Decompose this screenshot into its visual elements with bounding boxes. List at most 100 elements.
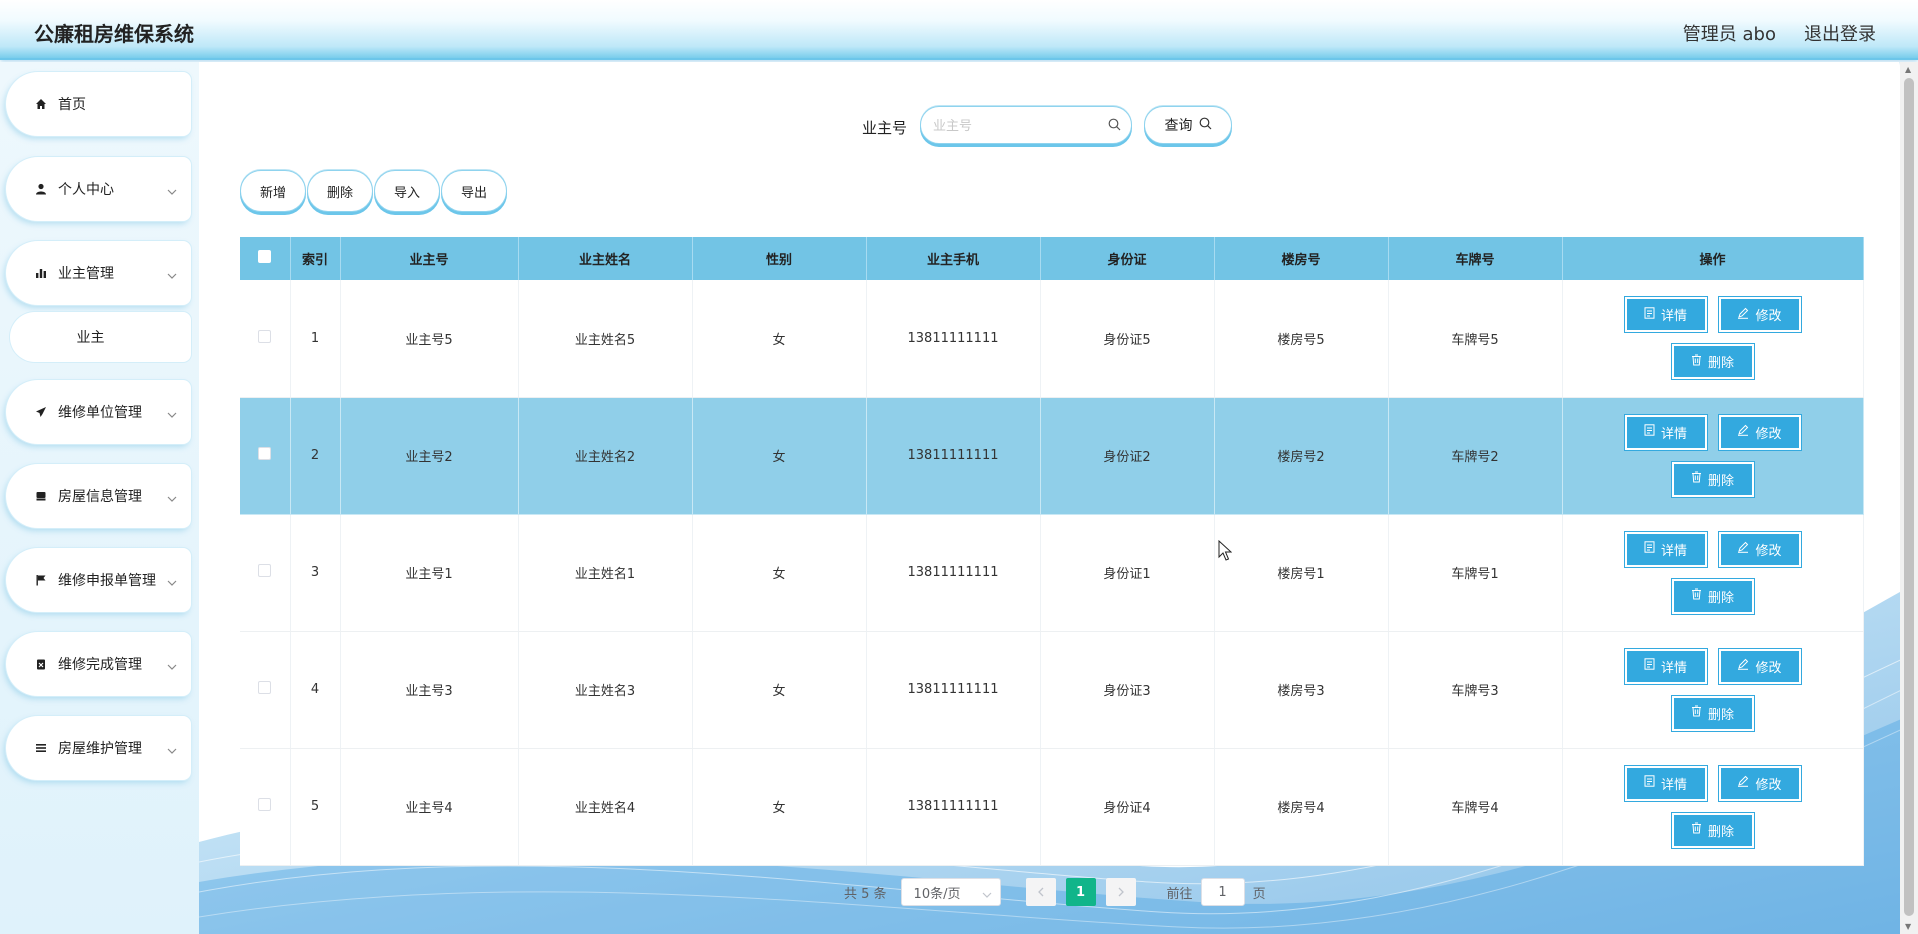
edit-icon — [1737, 775, 1749, 791]
row-checkbox[interactable] — [258, 681, 272, 694]
total-count: 共 5 条 — [844, 886, 887, 902]
document-icon — [1644, 541, 1655, 557]
cell-plate: 车牌号1 — [1388, 514, 1563, 632]
document-icon — [1644, 775, 1655, 791]
row-select-cell — [240, 748, 291, 866]
page-size-select[interactable]: 10条/页 — [900, 878, 1001, 906]
edit-button-label: 修改 — [1755, 309, 1782, 325]
cell-owner-no: 业主号4 — [340, 748, 519, 866]
detail-button-label: 详情 — [1660, 777, 1687, 793]
owner-no-search-input[interactable] — [933, 116, 1093, 136]
cell-id-card: 身份证3 — [1040, 631, 1215, 749]
table-row[interactable]: 1 业主号5 业主姓名5 女 13811111111 身份证5 楼房号5 车牌号… — [240, 280, 1864, 398]
select-all-checkbox[interactable] — [258, 250, 272, 263]
scroll-up-icon[interactable]: ▲ — [1905, 65, 1911, 74]
current-user-label[interactable]: 管理员 abo — [1683, 20, 1776, 46]
chevron-right-icon — [1118, 887, 1124, 897]
cell-owner-name: 业主姓名5 — [518, 280, 693, 398]
next-page-button[interactable] — [1105, 878, 1136, 906]
edit-button-label: 修改 — [1755, 426, 1782, 442]
sidebar-item-owner-management[interactable]: 业主管理 — [6, 241, 191, 305]
row-select-cell — [240, 514, 291, 632]
row-checkbox[interactable] — [258, 798, 272, 811]
sidebar-item-home[interactable]: 首页 — [6, 72, 191, 136]
trash-icon — [1691, 471, 1702, 487]
logout-link[interactable]: 退出登录 — [1804, 20, 1876, 46]
edit-icon — [1737, 307, 1749, 323]
edit-button[interactable]: 修改 — [1718, 297, 1801, 333]
cell-gender: 女 — [692, 514, 867, 632]
edit-button[interactable]: 修改 — [1718, 765, 1801, 801]
cell-building: 楼房号4 — [1214, 748, 1389, 866]
detail-button[interactable]: 详情 — [1624, 765, 1707, 801]
import-button[interactable]: 导入 — [374, 170, 440, 212]
row-checkbox[interactable] — [258, 329, 272, 343]
cell-owner-no: 业主号1 — [340, 514, 519, 632]
edit-button[interactable]: 修改 — [1718, 414, 1801, 450]
row-select-cell — [240, 280, 291, 398]
detail-button-label: 详情 — [1660, 309, 1687, 325]
document-icon — [1644, 658, 1655, 674]
add-button[interactable]: 新增 — [240, 170, 306, 212]
scrollbar-thumb[interactable] — [1904, 78, 1914, 916]
scroll-down-icon[interactable]: ▼ — [1905, 922, 1911, 931]
prev-page-button[interactable] — [1025, 878, 1056, 906]
sidebar-item-repair-report-management[interactable]: 维修申报单管理 — [6, 548, 191, 612]
row-checkbox[interactable] — [258, 447, 272, 460]
query-button-label: 查询 — [1164, 118, 1193, 134]
sidebar-item-repair-completion-management[interactable]: 维修完成管理 — [6, 632, 191, 696]
cell-index: 5 — [290, 748, 341, 866]
export-button[interactable]: 导出 — [441, 170, 507, 212]
row-delete-button[interactable]: 删除 — [1671, 461, 1754, 497]
goto-page-input[interactable] — [1200, 878, 1245, 906]
row-delete-button[interactable]: 删除 — [1671, 695, 1754, 731]
column-header: 车牌号 — [1388, 237, 1563, 280]
table-row[interactable]: 5 业主号4 业主姓名4 女 13811111111 身份证4 楼房号4 车牌号… — [240, 748, 1864, 866]
column-header: 操作 — [1562, 237, 1864, 280]
row-select-cell — [240, 631, 291, 749]
table-row[interactable]: 3 业主号1 业主姓名1 女 13811111111 身份证1 楼房号1 车牌号… — [240, 514, 1864, 632]
row-delete-button[interactable]: 删除 — [1671, 344, 1754, 380]
cell-owner-no: 业主号3 — [340, 631, 519, 749]
cell-id-card: 身份证5 — [1040, 280, 1215, 398]
cell-owner-name: 业主姓名2 — [518, 397, 693, 515]
cell-gender: 女 — [692, 280, 867, 398]
action-toolbar: 新增 删除 导入 导出 — [240, 170, 508, 212]
cell-index: 1 — [290, 280, 341, 398]
row-checkbox[interactable] — [258, 564, 272, 577]
sidebar-item-repair-unit-management[interactable]: 维修单位管理 — [6, 380, 191, 444]
chevron-down-icon — [167, 406, 177, 422]
detail-button[interactable]: 详情 — [1624, 648, 1707, 684]
column-header: 业主手机 — [866, 237, 1041, 280]
edit-button[interactable]: 修改 — [1718, 648, 1801, 684]
detail-button[interactable]: 详情 — [1624, 414, 1707, 450]
table-row[interactable]: 4 业主号3 业主姓名3 女 13811111111 身份证3 楼房号3 车牌号… — [240, 631, 1864, 749]
trash-icon — [1691, 705, 1702, 721]
detail-button[interactable]: 详情 — [1624, 297, 1707, 333]
row-delete-button-label: 删除 — [1707, 824, 1734, 840]
table-row[interactable]: 2 业主号2 业主姓名2 女 13811111111 身份证2 楼房号2 车牌号… — [240, 397, 1864, 515]
vertical-scrollbar[interactable]: ▲ ▼ — [1900, 62, 1918, 934]
sidebar-item-house-info-management[interactable]: 房屋信息管理 — [6, 464, 191, 528]
list-icon — [34, 741, 48, 755]
detail-button[interactable]: 详情 — [1624, 531, 1707, 567]
cell-actions: 详情 修改 删除 — [1562, 631, 1864, 749]
query-button[interactable]: 查询 — [1144, 106, 1232, 144]
edit-button[interactable]: 修改 — [1718, 531, 1801, 567]
app-title: 公廉租房维保系统 — [34, 22, 194, 46]
chevron-down-icon — [167, 742, 177, 758]
row-delete-button[interactable]: 删除 — [1671, 578, 1754, 614]
sidebar-item-personal-center[interactable]: 个人中心 — [6, 157, 191, 221]
delete-button[interactable]: 删除 — [307, 170, 373, 212]
sidebar-item-house-maintenance-management[interactable]: 房屋维护管理 — [6, 716, 191, 780]
sidebar-subitem-owner[interactable]: 业主 — [10, 312, 191, 362]
cell-phone: 13811111111 — [866, 514, 1041, 632]
search-icon[interactable] — [1108, 118, 1121, 135]
goto-page: 前往 页 — [1167, 878, 1266, 906]
row-delete-button[interactable]: 删除 — [1671, 812, 1754, 848]
sidebar-item-label: 个人中心 — [58, 182, 114, 198]
edit-button-label: 修改 — [1755, 543, 1782, 559]
chevron-down-icon — [982, 887, 992, 902]
page-number-button[interactable]: 1 — [1065, 878, 1096, 906]
sidebar-subitem-label: 业主 — [76, 330, 105, 346]
